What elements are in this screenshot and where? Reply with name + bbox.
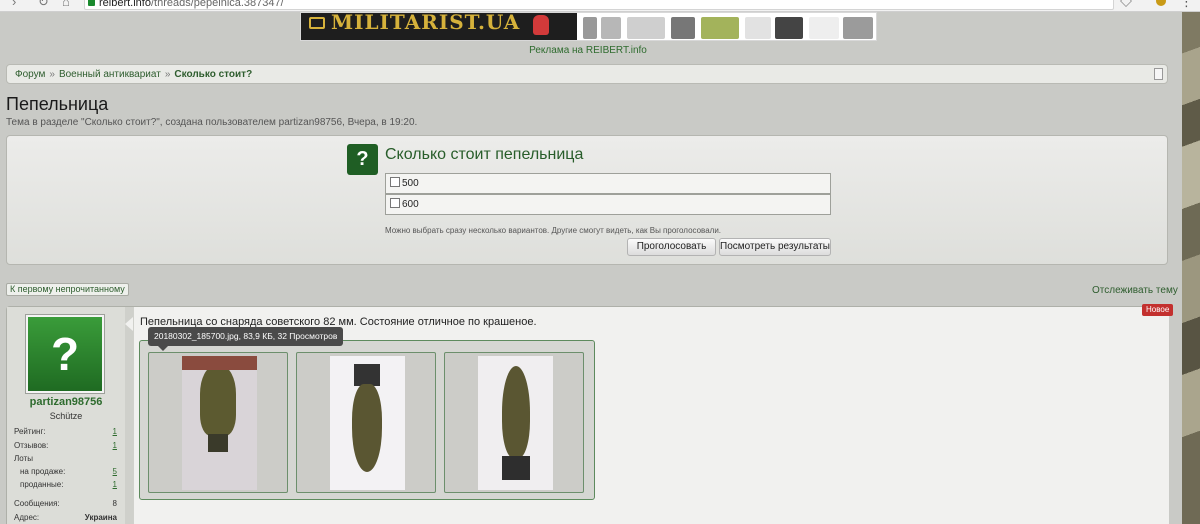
cart-icon [309, 17, 325, 29]
attachments [139, 340, 595, 500]
secure-icon [88, 0, 95, 6]
view-results-button[interactable]: Посмотреть результаты [719, 238, 831, 256]
watch-thread-link[interactable]: Отслеживать тему [1092, 285, 1178, 296]
poll-option-1[interactable]: 500 [385, 173, 831, 194]
checkbox-icon[interactable] [390, 177, 400, 187]
thread-description: Тема в разделе "Сколько стоит?", создана… [6, 117, 418, 128]
poll-container: ? Сколько стоит пепельница 500 600 Можно… [6, 135, 1168, 265]
stat-sold: проданные: 1 [20, 480, 117, 489]
poll-question: Сколько стоит пепельница [385, 146, 584, 163]
attachment-thumb-3[interactable] [444, 352, 584, 493]
extension-icon[interactable] [1156, 0, 1166, 6]
breadcrumb: Форум» Военный антиквариат» Сколько стоит? [6, 64, 1168, 84]
poll-option-label: 500 [402, 178, 419, 189]
pointer-hand-icon [533, 15, 549, 35]
page-icon[interactable] [1154, 68, 1163, 80]
user-info-panel: ? partizan98756 Schütze Рейтинг: 1 Отзыв… [7, 307, 125, 524]
page-title: Пепельница [6, 94, 109, 114]
stat-on-sale-value[interactable]: 5 [113, 467, 117, 476]
ad-banner[interactable]: MILITARIST.UA [300, 12, 877, 41]
username-link[interactable]: partizan98756 [7, 396, 125, 408]
attachment-thumb-1[interactable] [148, 352, 288, 493]
breadcrumb-military-antiques[interactable]: Военный антиквариат [59, 69, 161, 80]
user-rank: Schütze [49, 411, 83, 421]
avatar[interactable]: ? [25, 314, 105, 394]
stat-sold-value[interactable]: 1 [113, 480, 117, 489]
poll-note: Можно выбрать сразу несколько вариантов.… [385, 226, 722, 235]
home-icon[interactable]: ⌂ [62, 0, 70, 9]
attachment-thumb-2[interactable] [296, 352, 436, 493]
new-badge: Новое [1142, 304, 1174, 316]
browser-menu-icon[interactable]: ⋮ [1180, 0, 1193, 10]
stat-address-value: Украина [84, 513, 117, 522]
stat-messages-value: 8 [112, 499, 117, 508]
stat-rating: Рейтинг: 1 [14, 427, 117, 436]
banner-logo: MILITARIST.UA [301, 13, 577, 40]
stat-reviews-value[interactable]: 1 [113, 441, 117, 450]
post-pointer [125, 317, 133, 331]
poll-option-label: 600 [402, 199, 419, 210]
url-path: /threads/pepelnica.387347/ [150, 0, 284, 9]
breadcrumb-how-much[interactable]: Сколько стоит? [174, 69, 252, 80]
ad-link[interactable]: Реклама на REIBERT.info [0, 45, 1176, 56]
banner-products [579, 13, 876, 40]
reload-icon[interactable]: ↻ [38, 0, 49, 10]
bookmark-star-icon[interactable] [1120, 0, 1132, 7]
banner-logo-text: MILITARIST.UA [331, 13, 521, 34]
checkbox-icon[interactable] [390, 198, 400, 208]
forward-icon[interactable]: › [12, 0, 16, 9]
stat-messages: Сообщения: 8 [14, 499, 117, 508]
stat-lots: Лоты [14, 454, 33, 463]
breadcrumb-forum[interactable]: Форум [15, 69, 45, 80]
poll-option-2[interactable]: 600 [385, 194, 831, 215]
stat-reviews: Отзывов: 1 [14, 441, 117, 450]
browser-toolbar: › ↻ ⌂ reibert.info/threads/pepelnica.387… [0, 0, 1200, 12]
vote-button[interactable]: Проголосовать [627, 238, 716, 256]
address-bar[interactable]: reibert.info/threads/pepelnica.387347/ [84, 0, 1114, 10]
stat-address: Адрес: Украина [14, 513, 117, 522]
first-unread-button[interactable]: К первому непрочитанному [6, 283, 129, 296]
side-decoration [1182, 12, 1200, 524]
stat-rating-value[interactable]: 1 [113, 427, 117, 436]
url-domain: reibert.info [99, 0, 151, 9]
question-icon: ? [347, 144, 378, 175]
attachment-tooltip: 20180302_185700.jpg, 83,9 КБ, 32 Просмот… [148, 327, 344, 351]
stat-on-sale: на продаже: 5 [20, 467, 117, 476]
